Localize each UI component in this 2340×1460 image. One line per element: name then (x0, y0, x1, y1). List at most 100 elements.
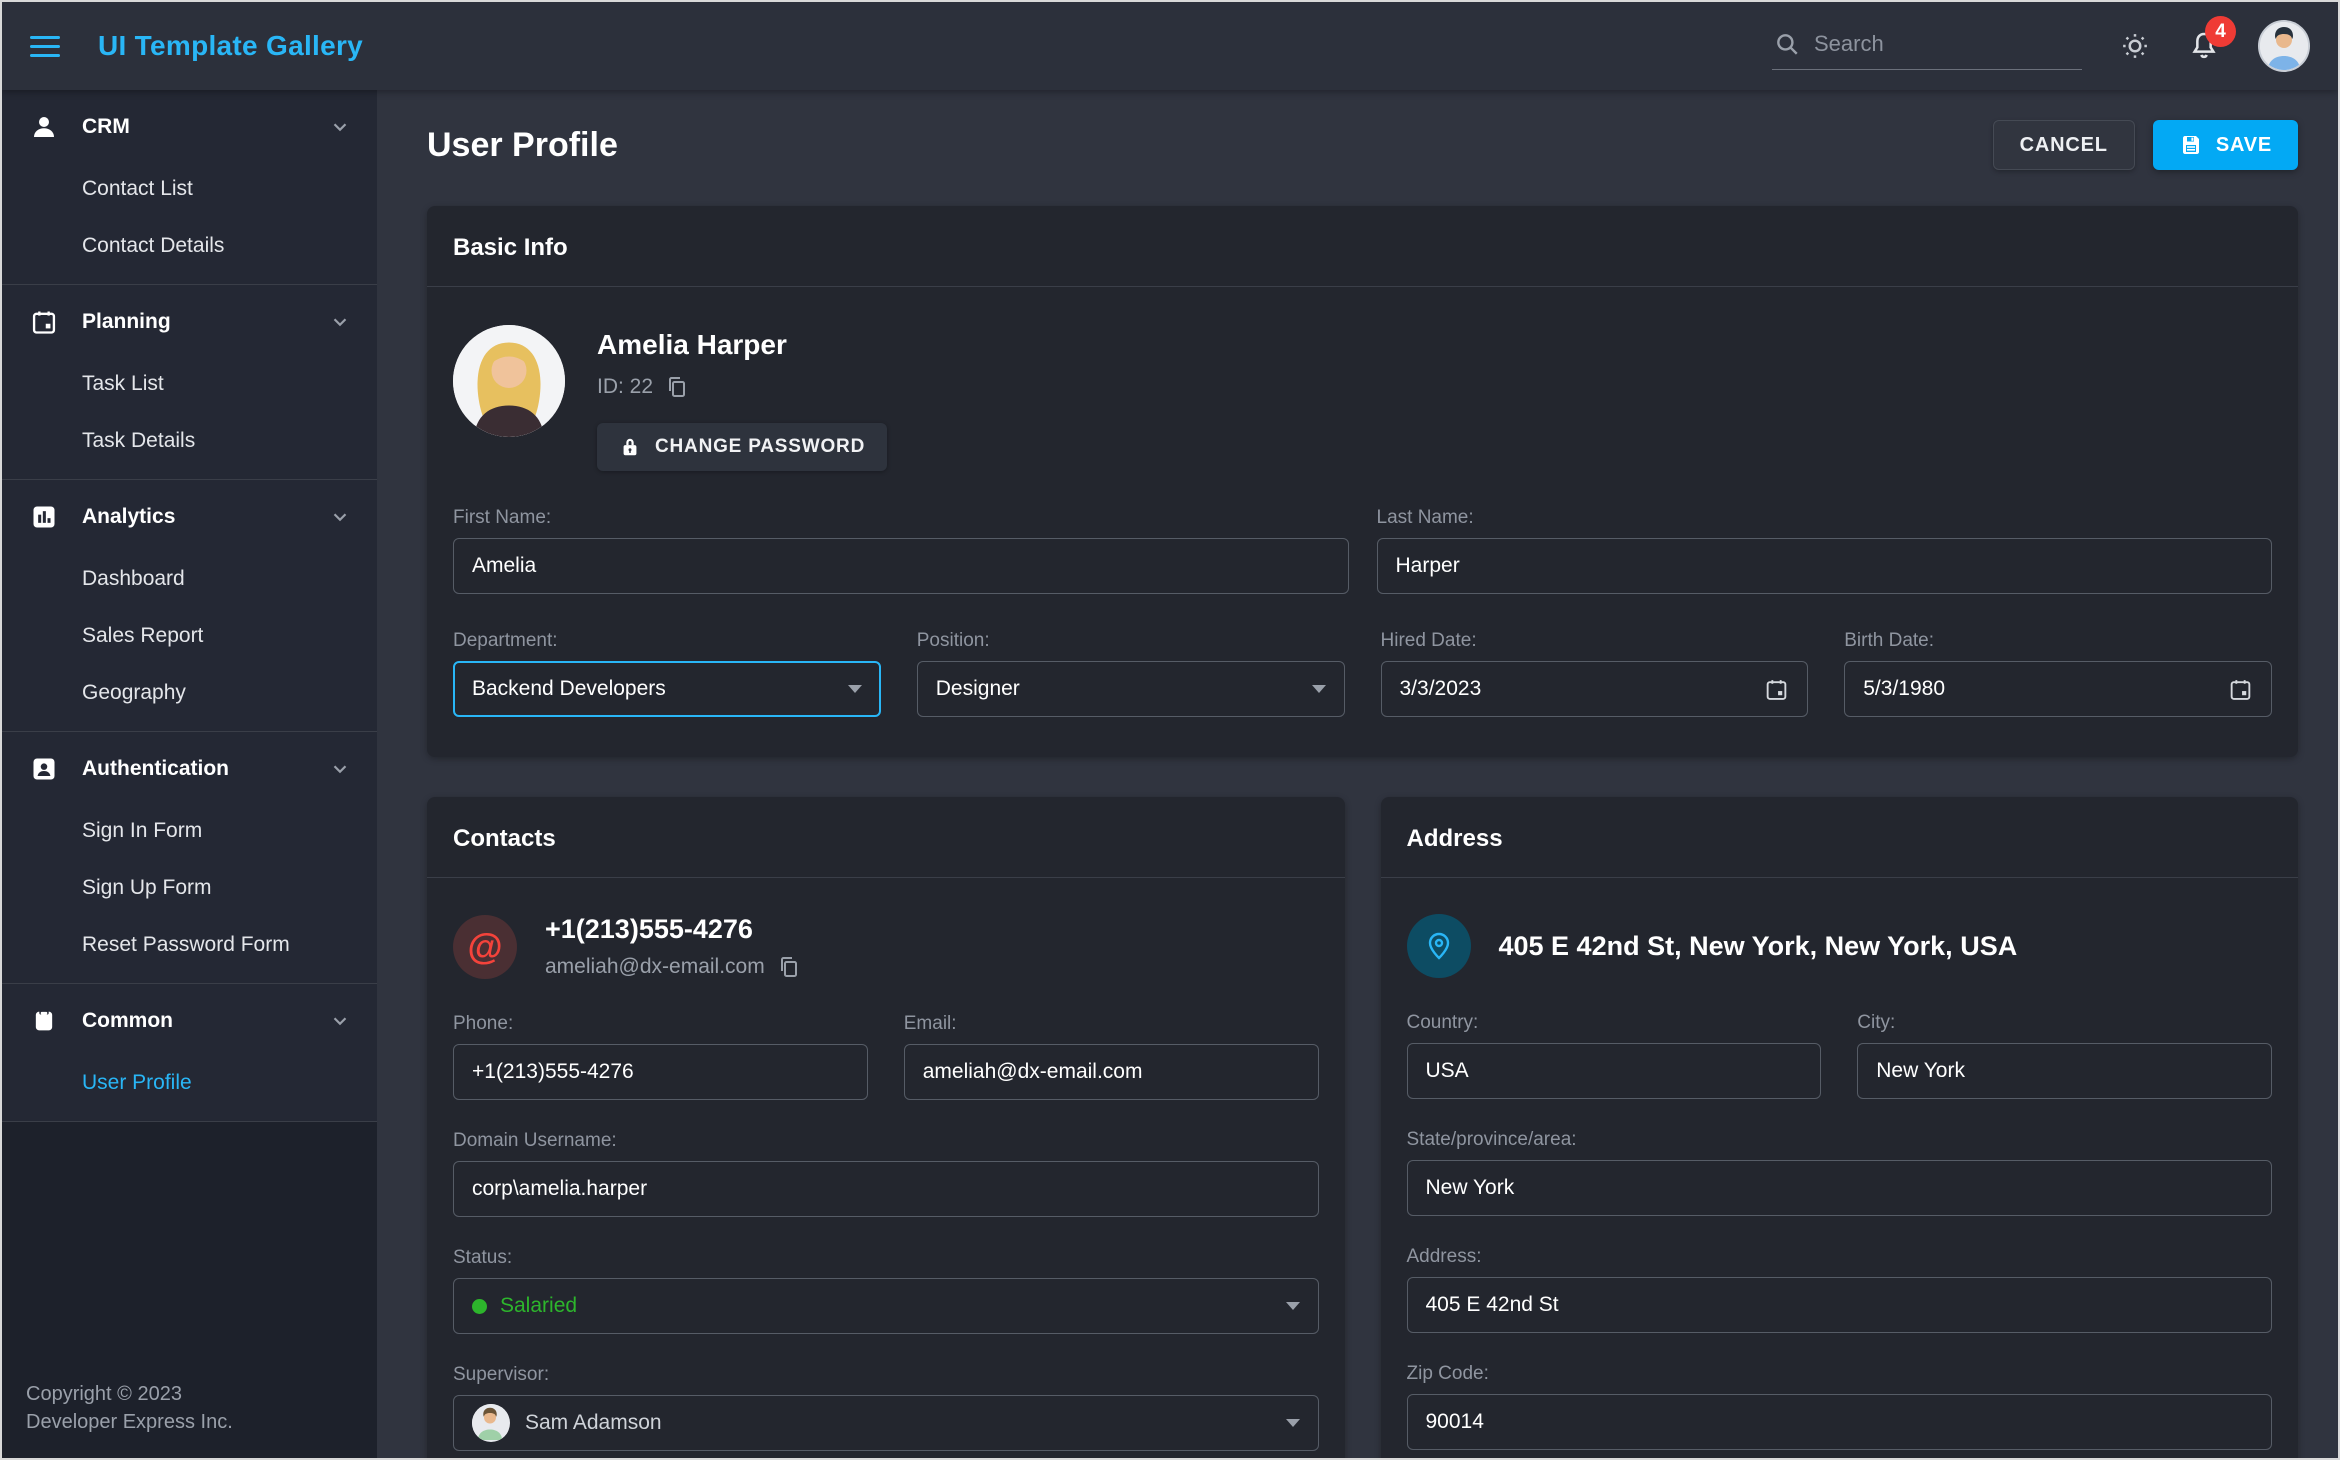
domain-username-label: Domain Username: (453, 1130, 1319, 1152)
chevron-down-icon (329, 116, 351, 138)
summary-phone: +1(213)555-4276 (545, 914, 801, 945)
country-city-row: Country: City: (1407, 1012, 2273, 1099)
email-input[interactable] (904, 1044, 1319, 1100)
sidebar-item-geography[interactable]: Geography (2, 664, 377, 721)
supervisor-select[interactable]: Sam Adamson (453, 1395, 1319, 1451)
search-box[interactable] (1772, 23, 2082, 70)
country-input[interactable] (1407, 1043, 1822, 1099)
contacts-card: Contacts @ +1(213)555-4276 ameliah@dx-em… (427, 797, 1345, 1458)
position-field: Position: Designer (917, 630, 1345, 717)
search-input[interactable] (1814, 31, 2078, 57)
sidebar-item-contact-list[interactable]: Contact List (2, 160, 377, 217)
sidebar-item-contact-details[interactable]: Contact Details (2, 217, 377, 274)
status-value: Salaried (500, 1294, 577, 1318)
sidebar-item-task-list[interactable]: Task List (2, 355, 377, 412)
city-label: City: (1857, 1012, 2272, 1034)
profile-name: Amelia Harper (597, 329, 887, 361)
lock-icon (619, 436, 641, 458)
position-label: Position: (917, 630, 1345, 652)
birth-date-label: Birth Date: (1844, 630, 2272, 652)
employment-fields-row: Department: Backend Developers Position:… (453, 630, 2272, 717)
sidebar-group-common: Common User Profile (2, 984, 377, 1122)
birth-date-field: Birth Date: 5/3/1980 (1844, 630, 2272, 717)
copyright-line-2: Developer Express Inc. (26, 1408, 353, 1436)
last-name-field: Last Name: (1377, 507, 2273, 594)
sidebar-item-sales-report[interactable]: Sales Report (2, 607, 377, 664)
domain-username-field: Domain Username: (453, 1130, 1319, 1217)
status-select[interactable]: Salaried (453, 1278, 1319, 1334)
bar-chart-icon (28, 503, 60, 531)
email-label: Email: (904, 1013, 1319, 1035)
sidebar-group-header-common[interactable]: Common (2, 988, 377, 1054)
sidebar-item-reset-password-form[interactable]: Reset Password Form (2, 916, 377, 973)
user-avatar[interactable] (2258, 20, 2310, 72)
contacts-card-body: @ +1(213)555-4276 ameliah@dx-email.com (427, 878, 1345, 1458)
address-card-body: 405 E 42nd St, New York, New York, USA C… (1381, 878, 2299, 1458)
hamburger-menu-icon[interactable] (30, 36, 60, 57)
last-name-label: Last Name: (1377, 507, 2273, 529)
sidebar-item-task-details[interactable]: Task Details (2, 412, 377, 469)
first-name-input[interactable] (453, 538, 1349, 594)
department-select[interactable]: Backend Developers (453, 661, 881, 717)
zip-code-input[interactable] (1407, 1394, 2273, 1450)
status-field: Status: Salaried (453, 1247, 1319, 1334)
app-window: UI Template Gallery 4 (0, 0, 2340, 1460)
top-bar-right: 4 (1772, 20, 2310, 72)
sidebar-group-crm: CRM Contact List Contact Details (2, 90, 377, 285)
sidebar-group-header-authentication[interactable]: Authentication (2, 736, 377, 802)
last-name-input[interactable] (1377, 538, 2273, 594)
sidebar-item-dashboard[interactable]: Dashboard (2, 550, 377, 607)
supervisor-label: Supervisor: (453, 1364, 1319, 1386)
profile-id-row: ID: 22 (597, 375, 887, 399)
save-button[interactable]: SAVE (2153, 120, 2298, 170)
calendar-icon (28, 308, 60, 336)
sidebar-item-user-profile[interactable]: User Profile (2, 1054, 377, 1111)
status-label: Status: (453, 1247, 1319, 1269)
address-card: Address 405 E 42nd St, New York, New Yor… (1381, 797, 2299, 1458)
first-name-field: First Name: (453, 507, 1349, 594)
sidebar-group-authentication: Authentication Sign In Form Sign Up Form… (2, 732, 377, 984)
calendar-picker-icon[interactable] (1764, 677, 1789, 702)
calendar-picker-icon[interactable] (2228, 677, 2253, 702)
domain-username-input[interactable] (453, 1161, 1319, 1217)
contacts-summary: @ +1(213)555-4276 ameliah@dx-email.com (453, 914, 1319, 979)
sidebar-item-sign-in-form[interactable]: Sign In Form (2, 802, 377, 859)
hired-date-input[interactable]: 3/3/2023 (1381, 661, 1809, 717)
copy-email-icon[interactable] (777, 955, 801, 979)
notifications-button[interactable]: 4 (2188, 30, 2220, 62)
phone-label: Phone: (453, 1013, 868, 1035)
position-select[interactable]: Designer (917, 661, 1345, 717)
sidebar-group-header-planning[interactable]: Planning (2, 289, 377, 355)
state-input[interactable] (1407, 1160, 2273, 1216)
copy-id-icon[interactable] (665, 375, 689, 399)
change-password-button[interactable]: CHANGE PASSWORD (597, 423, 887, 471)
street-address-input[interactable] (1407, 1277, 2273, 1333)
basic-info-card-header: Basic Info (427, 206, 2298, 287)
notification-count-badge: 4 (2205, 16, 2236, 47)
sidebar-group-header-analytics[interactable]: Analytics (2, 484, 377, 550)
theme-toggle-sun-icon[interactable] (2120, 31, 2150, 61)
sidebar-group-label: Common (82, 1009, 173, 1033)
sidebar-group-header-crm[interactable]: CRM (2, 94, 377, 160)
contacts-title: Contacts (453, 825, 1319, 853)
street-address-field: Address: (1407, 1246, 2273, 1333)
cancel-button[interactable]: CANCEL (1993, 120, 2135, 170)
phone-input[interactable] (453, 1044, 868, 1100)
sidebar-group-planning: Planning Task List Task Details (2, 285, 377, 480)
address-title: Address (1407, 825, 2273, 853)
dropdown-caret-icon (1286, 1419, 1300, 1427)
sidebar-item-sign-up-form[interactable]: Sign Up Form (2, 859, 377, 916)
birth-date-input[interactable]: 5/3/1980 (1844, 661, 2272, 717)
supervisor-avatar (472, 1404, 510, 1442)
app-title: UI Template Gallery (98, 30, 363, 62)
phone-email-row: Phone: Email: (453, 1013, 1319, 1100)
phone-field: Phone: (453, 1013, 868, 1100)
first-name-label: First Name: (453, 507, 1349, 529)
copyright-notice: Copyright © 2023 Developer Express Inc. (2, 1380, 377, 1458)
city-input[interactable] (1857, 1043, 2272, 1099)
email-field: Email: (904, 1013, 1319, 1100)
box-icon (28, 1007, 60, 1035)
city-field: City: (1857, 1012, 2272, 1099)
save-button-label: SAVE (2216, 134, 2272, 157)
hired-date-value: 3/3/2023 (1400, 677, 1482, 701)
